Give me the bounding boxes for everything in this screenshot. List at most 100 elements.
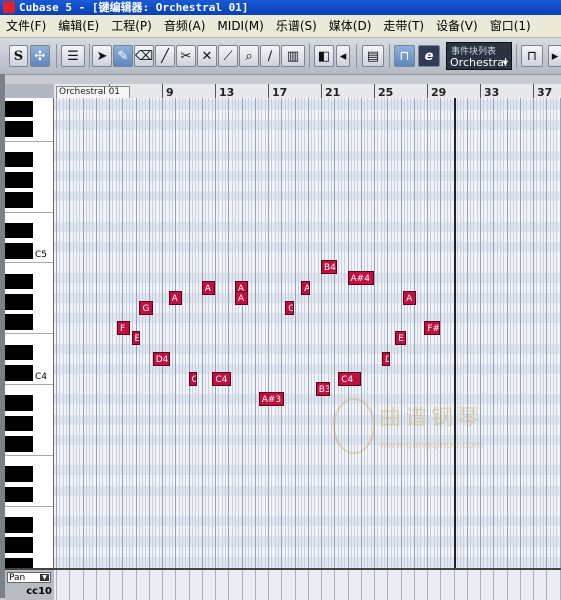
black-key[interactable] (5, 192, 33, 209)
beat-line (65, 98, 67, 568)
bar-line (559, 98, 561, 568)
split-tool-icon[interactable]: ✂ (176, 45, 196, 67)
menu-item[interactable]: 设备(V) (430, 15, 484, 37)
insert-velocity-icon[interactable]: e (418, 45, 440, 67)
beat-line (205, 98, 207, 568)
bar-line (228, 570, 230, 600)
ruler-bar-line (268, 84, 269, 98)
menu-item[interactable]: 媒体(D) (323, 15, 378, 37)
part-list-icon[interactable]: ▤ (362, 45, 384, 67)
midi-note[interactable]: E (131, 331, 140, 346)
black-key[interactable] (5, 151, 33, 168)
midi-note[interactable]: B4 (321, 260, 337, 275)
menu-item[interactable]: 走带(T) (377, 15, 430, 37)
bar-line (69, 570, 71, 600)
acoustic-feedback-icon[interactable]: ✣ (30, 45, 50, 67)
bar-line (241, 570, 243, 600)
toolbar-separator (309, 44, 310, 68)
midi-note[interactable]: G (139, 300, 153, 315)
black-key[interactable] (5, 537, 33, 554)
menu-item[interactable]: MIDI(M) (211, 15, 269, 37)
black-key[interactable] (5, 435, 33, 452)
quantize-icon[interactable]: ▸ (548, 45, 561, 67)
beat-line (59, 98, 61, 568)
draw-tool-icon[interactable]: ✎ (113, 45, 133, 67)
black-key[interactable] (5, 293, 33, 310)
midi-note[interactable]: A#3 (258, 392, 284, 407)
zoom-tool-icon[interactable]: ⌕ (239, 45, 259, 67)
bar-line (95, 570, 97, 600)
black-key[interactable] (5, 344, 33, 361)
black-key[interactable] (5, 314, 33, 330)
black-key[interactable] (5, 415, 33, 432)
glue-tool-icon[interactable]: ✕ (197, 45, 217, 67)
ruler[interactable]: 5913172125293337 (54, 84, 561, 99)
midi-note[interactable]: D4 (152, 351, 170, 366)
beat-line (327, 98, 329, 568)
controller-lane[interactable] (54, 568, 561, 600)
midi-note[interactable]: A (201, 280, 215, 295)
midi-note[interactable]: A (234, 290, 249, 305)
midi-note[interactable]: C4 (338, 372, 361, 386)
black-key[interactable] (5, 121, 33, 137)
beat-line (473, 98, 475, 568)
black-key[interactable] (5, 222, 33, 239)
beat-line (314, 98, 316, 568)
beat-line (489, 98, 491, 568)
menu-item[interactable]: 编辑(E) (52, 15, 105, 37)
midi-note[interactable]: A (301, 280, 311, 295)
midi-note[interactable]: C (188, 372, 197, 386)
trim-tool-icon[interactable]: ╱ (155, 45, 175, 67)
beat-line (251, 98, 253, 568)
menu-item[interactable]: 窗口(1) (484, 15, 537, 37)
black-key[interactable] (5, 243, 33, 259)
beat-line (344, 98, 346, 568)
midi-note[interactable]: E (395, 331, 406, 346)
menu-item[interactable]: 音频(A) (158, 15, 212, 37)
black-key[interactable] (5, 364, 33, 381)
beat-line (92, 98, 94, 568)
midi-note[interactable]: A (403, 290, 417, 305)
black-key[interactable] (5, 466, 33, 483)
midi-note[interactable]: A#4 (347, 270, 374, 285)
midi-note[interactable]: G (285, 300, 295, 315)
menu-item[interactable]: 乐谱(S) (270, 15, 323, 37)
black-key[interactable] (5, 100, 33, 117)
time-warp-tool-icon[interactable]: ▥ (281, 45, 305, 67)
mute-tool-icon[interactable]: ⟋ (218, 45, 238, 67)
black-key[interactable] (5, 172, 33, 188)
midi-note[interactable]: B3 (315, 382, 331, 397)
solo-button[interactable]: S (9, 45, 28, 67)
snap-toggle-icon[interactable]: ⊓ (521, 45, 543, 67)
controller-select[interactable]: Pan ▼ (7, 572, 51, 583)
midi-note[interactable]: D (381, 351, 390, 366)
track-selector[interactable]: 事件块列表 Orchestral ▼ (446, 42, 512, 70)
black-key[interactable] (5, 517, 33, 533)
midi-note[interactable]: A (168, 290, 182, 305)
line-tool-icon[interactable]: ∕ (260, 45, 280, 67)
black-key[interactable] (5, 486, 33, 503)
black-key[interactable] (5, 395, 33, 412)
piano-keyboard[interactable]: C5 C4 (5, 98, 54, 568)
edit-active-part-icon[interactable]: ⊓ (394, 45, 415, 67)
bar-line (466, 98, 468, 568)
beat-line (556, 98, 558, 568)
note-grid[interactable]: 曲谱钢琴 www.gangqinpu.com AAAA#4B4AAAGGFF#E… (54, 98, 561, 568)
midi-note[interactable]: F (116, 321, 131, 336)
show-info-icon[interactable]: ☰ (61, 45, 85, 67)
bar-line (162, 98, 163, 568)
autoscroll-dropdown-icon[interactable]: ◂ (336, 45, 350, 67)
title-bar: Cubase 5 - [键编辑器: Orchestral 01] (0, 0, 561, 15)
erase-tool-icon[interactable]: ⌫ (134, 45, 154, 67)
bar-line (56, 570, 57, 600)
black-key[interactable] (5, 273, 33, 290)
menu-item[interactable]: 文件(F) (0, 15, 52, 37)
bar-line (466, 570, 468, 600)
menu-item[interactable]: 工程(P) (105, 15, 158, 37)
midi-note[interactable]: F# (424, 321, 441, 336)
autoscroll-icon[interactable]: ◧ (314, 45, 334, 67)
object-selection-tool-icon[interactable]: ➤ (92, 45, 112, 67)
black-key[interactable] (5, 557, 33, 568)
bar-line (400, 570, 402, 600)
midi-note[interactable]: C4 (212, 372, 231, 386)
